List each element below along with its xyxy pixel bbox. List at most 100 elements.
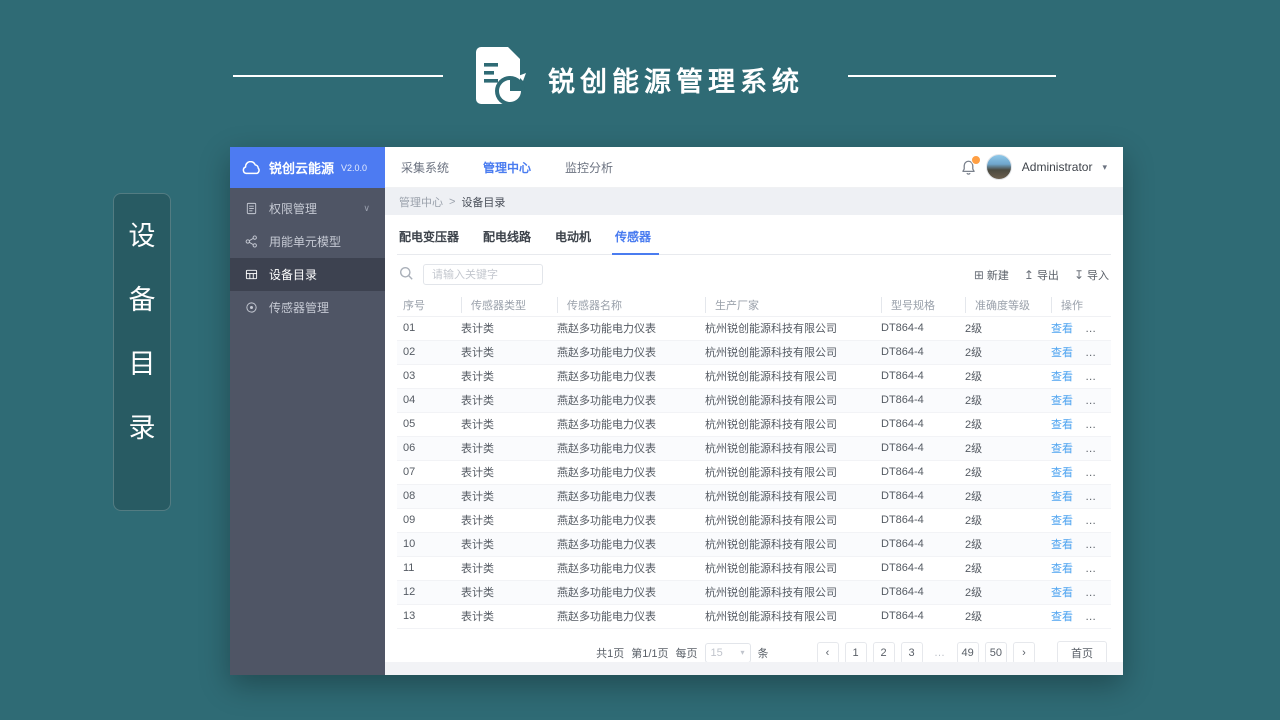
delete-link[interactable]: 删除: [1085, 539, 1107, 551]
notification-bell-icon[interactable]: [961, 154, 981, 175]
sidebar-item-sensor-management[interactable]: 传感器管理: [230, 291, 385, 324]
avatar[interactable]: [985, 154, 1012, 180]
page-button[interactable]: 2: [872, 641, 895, 664]
delete-link[interactable]: 删除: [1085, 323, 1107, 335]
next-page-button[interactable]: ›: [1013, 641, 1035, 664]
sensor-table: 序号 传感器类型 传感器名称 生产厂家 型号规格 准确度等级 操作 01 表计类: [397, 294, 1111, 629]
delete-link[interactable]: 删除: [1085, 467, 1107, 479]
cell-model: DT864-4: [875, 484, 959, 509]
prev-page-button[interactable]: ‹: [816, 641, 839, 664]
search-input[interactable]: [423, 264, 543, 285]
delete-link[interactable]: 删除: [1085, 443, 1107, 455]
cell-actions: 查看 删除: [1045, 532, 1111, 557]
delete-link[interactable]: 删除: [1085, 515, 1107, 527]
cell-actions: 查看 删除: [1045, 580, 1111, 605]
cell-sensor-name: 燕赵多功能电力仪表: [551, 460, 699, 485]
page-button[interactable]: 3: [900, 641, 923, 664]
table-row: 03 表计类 燕赵多功能电力仪表 杭州锐创能源科技有限公司 DT864-4 2级…: [397, 364, 1111, 389]
view-link[interactable]: 查看: [1051, 515, 1073, 527]
cell-accuracy: 2级: [959, 412, 1045, 437]
first-page-button[interactable]: 首页: [1057, 640, 1107, 665]
view-link[interactable]: 查看: [1051, 443, 1073, 455]
per-page-select[interactable]: 15 ▾: [704, 642, 751, 663]
table-row: 09 表计类 燕赵多功能电力仪表 杭州锐创能源科技有限公司 DT864-4 2级…: [397, 508, 1111, 533]
notification-badge: [970, 154, 981, 165]
cell-accuracy: 2级: [959, 436, 1045, 461]
sidebar: 锐创云能源 V2.0.0 权限管理 ∨ 用能单元模型 设备目录 传感器管理: [230, 147, 385, 675]
cell-serial: 04: [397, 388, 455, 413]
username: Administrator: [1021, 160, 1093, 174]
sidebar-item-label: 传感器管理: [269, 301, 330, 315]
header-actions: 操作: [1045, 294, 1111, 317]
pagination-info: 共1页 第1/1页 每页 15 ▾ 条: [596, 642, 769, 663]
delete-link[interactable]: 删除: [1085, 563, 1107, 575]
page-button[interactable]: 50: [984, 641, 1007, 664]
view-link[interactable]: 查看: [1051, 323, 1073, 335]
cell-actions: 查看 删除: [1045, 364, 1111, 389]
cell-model: DT864-4: [875, 508, 959, 533]
view-link[interactable]: 查看: [1051, 587, 1073, 599]
export-button[interactable]: ↥ 导出: [1024, 267, 1059, 283]
cell-accuracy: 2级: [959, 316, 1045, 341]
tab-distribution-transformer[interactable]: 配电变压器: [399, 228, 459, 254]
permission-icon: [245, 202, 259, 215]
cell-actions: 查看 删除: [1045, 340, 1111, 365]
cell-model: DT864-4: [875, 556, 959, 581]
cell-serial: 07: [397, 460, 455, 485]
delete-link[interactable]: 删除: [1085, 611, 1107, 623]
breadcrumb-current: 设备目录: [461, 196, 506, 209]
cell-model: DT864-4: [875, 580, 959, 605]
view-link[interactable]: 查看: [1051, 611, 1073, 623]
tab-electric-motor[interactable]: 电动机: [555, 228, 591, 254]
delete-link[interactable]: 删除: [1085, 395, 1107, 407]
topnav-monitoring-analysis[interactable]: 监控分析: [565, 159, 613, 176]
view-link[interactable]: 查看: [1051, 539, 1073, 551]
vertical-label-char: 备: [128, 285, 156, 315]
cell-sensor-type: 表计类: [455, 388, 551, 413]
delete-link[interactable]: 删除: [1085, 347, 1107, 359]
delete-link[interactable]: 删除: [1085, 587, 1107, 599]
page-button[interactable]: 1: [844, 641, 867, 664]
device-catalog-card: 配电变压器 配电线路 电动机 传感器 ⊞ 新建: [385, 215, 1123, 665]
topbar-user-area: Administrator ▾: [961, 154, 1107, 180]
cell-actions: 查看 删除: [1045, 316, 1111, 341]
topnav-management-center[interactable]: 管理中心: [483, 159, 531, 176]
page-button[interactable]: 49: [956, 641, 979, 664]
delete-link[interactable]: 删除: [1085, 419, 1107, 431]
cell-sensor-name: 燕赵多功能电力仪表: [551, 340, 699, 365]
breadcrumb-separator: >: [449, 195, 456, 208]
delete-link[interactable]: 删除: [1085, 491, 1107, 503]
topnav-collection-system[interactable]: 采集系统: [401, 159, 449, 176]
cell-actions: 查看 删除: [1045, 412, 1111, 437]
cell-sensor-type: 表计类: [455, 460, 551, 485]
cell-actions: 查看 删除: [1045, 460, 1111, 485]
new-button[interactable]: ⊞ 新建: [974, 267, 1009, 283]
sidebar-item-energy-unit-model[interactable]: 用能单元模型: [230, 225, 385, 258]
view-link[interactable]: 查看: [1051, 491, 1073, 503]
cell-manufacturer: 杭州锐创能源科技有限公司: [699, 460, 875, 485]
view-link[interactable]: 查看: [1051, 563, 1073, 575]
view-link[interactable]: 查看: [1051, 419, 1073, 431]
sidebar-item-device-catalog[interactable]: 设备目录: [230, 258, 385, 291]
app-logo-document-icon: [476, 47, 526, 106]
view-link[interactable]: 查看: [1051, 347, 1073, 359]
tab-sensor[interactable]: 传感器: [612, 228, 660, 255]
delete-link[interactable]: 删除: [1085, 371, 1107, 383]
user-menu-caret-icon[interactable]: ▾: [1102, 162, 1107, 173]
cell-actions: 查看 删除: [1045, 556, 1111, 581]
header-model: 型号规格: [875, 294, 959, 317]
cell-serial: 12: [397, 580, 455, 605]
breadcrumb-parent[interactable]: 管理中心: [399, 194, 443, 210]
cell-actions: 查看 删除: [1045, 508, 1111, 533]
table-row: 11 表计类 燕赵多功能电力仪表 杭州锐创能源科技有限公司 DT864-4 2级…: [397, 556, 1111, 581]
cell-model: DT864-4: [875, 436, 959, 461]
header-manufacturer: 生产厂家: [699, 294, 875, 317]
desktop-background: 锐创能源管理系统 设 备 目 录 锐创云能源 V2.0.0 权限管理 ∨ 用能单…: [0, 0, 1280, 720]
view-link[interactable]: 查看: [1051, 467, 1073, 479]
sidebar-item-permission-management[interactable]: 权限管理 ∨: [230, 192, 385, 225]
import-button[interactable]: ↧ 导入: [1074, 267, 1109, 283]
cell-sensor-type: 表计类: [455, 604, 551, 629]
tab-distribution-line[interactable]: 配电线路: [483, 228, 531, 254]
view-link[interactable]: 查看: [1051, 395, 1073, 407]
view-link[interactable]: 查看: [1051, 371, 1073, 383]
